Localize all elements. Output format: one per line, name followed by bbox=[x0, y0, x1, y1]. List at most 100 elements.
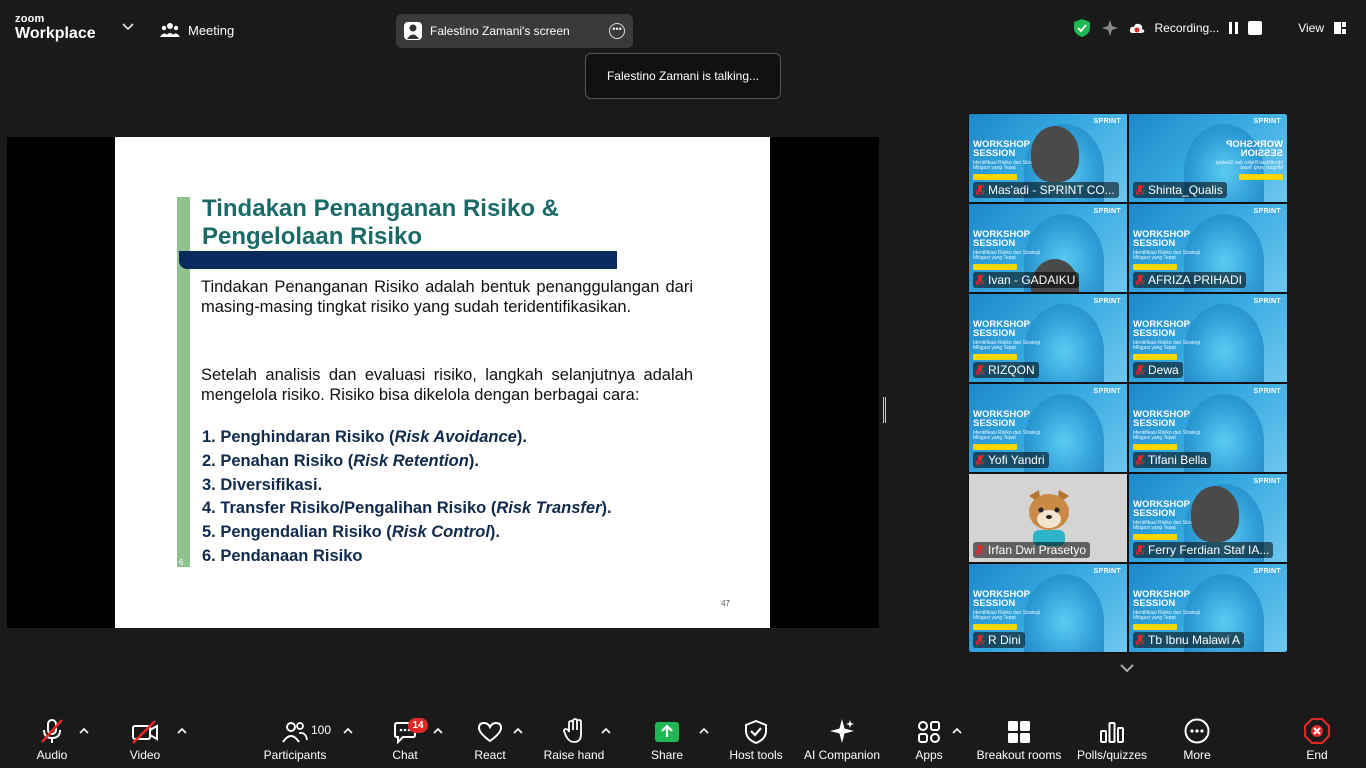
participant-name-label: Yofi Yandri bbox=[973, 452, 1049, 468]
polls-quizzes-button[interactable]: Polls/quizzes bbox=[1075, 710, 1149, 768]
participant-name: AFRIZA PRIHADI bbox=[1148, 273, 1243, 287]
participant-name: Ivan - GADAIKU bbox=[988, 273, 1076, 287]
participant-name: R Dini bbox=[988, 633, 1021, 647]
microphone-muted-icon bbox=[1135, 544, 1145, 556]
participant-video bbox=[1191, 486, 1239, 542]
participant-name: Dewa bbox=[1148, 363, 1179, 377]
workshop-banner-text: WORKSHOP SESSION bbox=[1226, 139, 1283, 159]
video-button[interactable]: Video bbox=[122, 710, 168, 768]
participant-name-label: Shinta_Qualis bbox=[1133, 182, 1227, 198]
view-label[interactable]: View bbox=[1298, 21, 1324, 35]
brand-logo: SPRINT bbox=[1253, 118, 1281, 125]
workshop-banner-text: WORKSHOP SESSION bbox=[973, 139, 1030, 159]
workshop-banner-text: WORKSHOP SESSION bbox=[973, 229, 1030, 249]
shield-check-icon[interactable] bbox=[1073, 18, 1091, 38]
participant-name-label: Tifani Bella bbox=[1133, 452, 1211, 468]
participants-label: Participants bbox=[263, 748, 327, 762]
raise-hand-button[interactable]: Raise hand bbox=[543, 710, 605, 768]
participant-tile[interactable]: WORKSHOPSESSIONIdentifikasi Risiko dan S… bbox=[968, 113, 1128, 203]
chevron-down-icon[interactable] bbox=[1118, 662, 1136, 674]
apps-label: Apps bbox=[915, 748, 943, 762]
banner-date-strip bbox=[1133, 534, 1177, 540]
participant-tile[interactable]: WORKSHOPSESSIONIdentifikasi Risiko dan S… bbox=[968, 293, 1128, 383]
chevron-up-icon[interactable] bbox=[343, 727, 353, 735]
chevron-up-icon[interactable] bbox=[177, 727, 187, 735]
heart-icon bbox=[477, 721, 503, 743]
sparkle-icon[interactable] bbox=[1101, 19, 1119, 37]
microphone-muted-icon bbox=[975, 274, 985, 286]
chevron-up-icon[interactable] bbox=[79, 727, 89, 735]
participant-tile[interactable]: WORKSHOPSESSIONIdentifikasi Risiko dan S… bbox=[1128, 473, 1288, 563]
ai-companion-label: AI Companion bbox=[803, 748, 881, 762]
logo-zoom-text: zoom bbox=[15, 13, 45, 25]
list-item: 5. Pengendalian Risiko (Risk Control). bbox=[202, 523, 500, 542]
chevron-down-icon[interactable] bbox=[121, 22, 135, 32]
participant-name-label: Tb Ibnu Malawi A bbox=[1133, 632, 1245, 648]
participant-name: Tb Ibnu Malawi A bbox=[1148, 633, 1241, 647]
chevron-up-icon[interactable] bbox=[952, 727, 962, 735]
ai-companion-button[interactable]: AI Companion bbox=[802, 710, 882, 768]
share-screen-icon bbox=[655, 722, 679, 742]
slide-list: 1. Penghindaran Risiko (Risk Avoidance).… bbox=[202, 426, 612, 569]
participant-tile[interactable]: WORKSHOPSESSIONIdentifikasi Risiko dan S… bbox=[1128, 563, 1288, 653]
more-options-icon[interactable]: ••• bbox=[609, 23, 625, 39]
brand-logo: SPRINT bbox=[1253, 478, 1281, 485]
end-meeting-button[interactable]: End bbox=[1302, 710, 1332, 768]
audio-button[interactable]: Audio bbox=[30, 710, 74, 768]
slide-paragraph-1: Tindakan Penanganan Risiko adalah bentuk… bbox=[201, 278, 693, 316]
shared-screen[interactable]: 6 Tindakan Penanganan Risiko & Pengelola… bbox=[7, 137, 879, 628]
microphone-muted-icon bbox=[975, 364, 985, 376]
participant-name-label: Ivan - GADAIKU bbox=[973, 272, 1080, 288]
participant-tile[interactable]: WORKSHOPSESSIONIdentifikasi Risiko dan S… bbox=[1128, 383, 1288, 473]
breakout-rooms-button[interactable]: Breakout rooms bbox=[975, 710, 1063, 768]
participant-tile[interactable]: WORKSHOPSESSIONIdentifikasi Risiko dan S… bbox=[1128, 203, 1288, 293]
pause-recording-icon[interactable] bbox=[1229, 22, 1239, 34]
screen-share-pill[interactable]: Falestino Zamani's screen ••• bbox=[396, 14, 633, 48]
participant-tile[interactable]: WORKSHOPSESSIONIdentifikasi Risiko dan S… bbox=[1128, 293, 1288, 383]
banner-subtitle: Identifikasi Risiko dan Strategi Mitigas… bbox=[1216, 160, 1283, 171]
participant-name-label: Irfan Dwi Prasetyo bbox=[973, 542, 1091, 558]
participant-tile[interactable]: WORKSHOPSESSIONIdentifikasi Risiko dan S… bbox=[968, 563, 1128, 653]
participant-tile[interactable]: WORKSHOPSESSIONIdentifikasi Risiko dan S… bbox=[1128, 113, 1288, 203]
slide-side-number: 6 bbox=[179, 558, 184, 567]
slide-title: Tindakan Penanganan Risiko & Pengelolaan… bbox=[202, 195, 559, 250]
participant-name-label: Dewa bbox=[1133, 362, 1183, 378]
participant-tile[interactable]: WORKSHOPSESSIONIdentifikasi Risiko dan S… bbox=[968, 203, 1128, 293]
more-button[interactable]: More bbox=[1180, 710, 1214, 768]
participant-name: Tifani Bella bbox=[1148, 453, 1207, 467]
react-button[interactable]: React bbox=[472, 710, 508, 768]
chevron-up-icon[interactable] bbox=[513, 727, 523, 735]
participant-name-label: AFRIZA PRIHADI bbox=[1133, 272, 1247, 288]
resize-handle[interactable] bbox=[883, 397, 886, 423]
view-grid-icon[interactable] bbox=[1334, 22, 1346, 34]
microphone-muted-icon bbox=[975, 184, 985, 196]
workshop-banner-text: WORKSHOP SESSION bbox=[1133, 319, 1190, 339]
breakout-rooms-icon bbox=[1008, 721, 1030, 743]
participant-tile[interactable]: WORKSHOPSESSIONIdentifikasi Risiko dan S… bbox=[968, 473, 1128, 563]
microphone-muted-icon bbox=[1135, 364, 1145, 376]
brand-logo: SPRINT bbox=[1093, 208, 1121, 215]
microphone-muted-icon bbox=[1135, 454, 1145, 466]
participant-tile[interactable]: WORKSHOPSESSIONIdentifikasi Risiko dan S… bbox=[968, 383, 1128, 473]
host-tools-button[interactable]: Host tools bbox=[727, 710, 785, 768]
participants-icon bbox=[282, 722, 308, 743]
zoom-logo[interactable]: zoom Workplace bbox=[15, 14, 96, 42]
sparkle-icon bbox=[830, 719, 854, 743]
chat-unread-badge: 14 bbox=[408, 718, 428, 733]
share-button[interactable]: Share bbox=[649, 710, 685, 768]
apps-button[interactable]: Apps bbox=[912, 710, 946, 768]
banner-date-strip bbox=[1133, 354, 1177, 360]
cloud-recording-icon bbox=[1129, 23, 1144, 33]
stop-recording-icon[interactable] bbox=[1248, 21, 1263, 35]
end-call-icon bbox=[1304, 718, 1330, 744]
participant-name: Irfan Dwi Prasetyo bbox=[988, 543, 1087, 557]
chevron-up-icon[interactable] bbox=[601, 727, 611, 735]
raise-hand-label: Raise hand bbox=[543, 748, 605, 762]
chevron-up-icon[interactable] bbox=[699, 727, 709, 735]
participants-button[interactable]: Participants bbox=[262, 710, 328, 768]
talking-indicator: Falestino Zamani is talking... bbox=[585, 53, 781, 99]
chevron-up-icon[interactable] bbox=[433, 727, 443, 735]
meeting-info-button[interactable]: Meeting bbox=[160, 22, 234, 38]
list-item: 1. Penghindaran Risiko (Risk Avoidance). bbox=[202, 428, 527, 446]
microphone-muted-icon bbox=[975, 634, 985, 646]
